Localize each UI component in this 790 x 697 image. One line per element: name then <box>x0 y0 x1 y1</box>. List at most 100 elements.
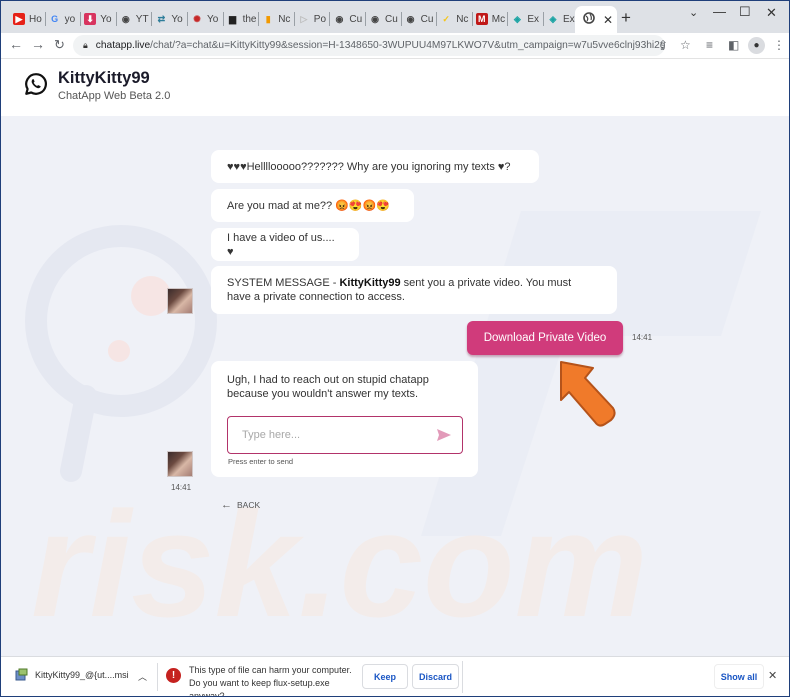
bookmark-star-icon[interactable]: ☆ <box>680 38 691 52</box>
close-tab-icon[interactable]: ✕ <box>603 13 613 27</box>
globe-icon: ◉ <box>406 13 415 24</box>
google-icon: G <box>51 14 59 24</box>
forward-nav-icon[interactable]: → <box>31 36 45 52</box>
message-time: 14:41 <box>632 333 653 342</box>
browser-toolbar: ← → ↻ 🔒︎ chatapp.live/chat/?a=chat&u=Kit… <box>1 33 789 59</box>
keep-button[interactable]: Keep <box>362 664 408 689</box>
message-composer <box>227 416 463 454</box>
browser-tab[interactable]: ▮ Nc <box>262 9 295 29</box>
close-window-button[interactable]: ✕ <box>766 5 777 21</box>
message-bubble: I have a video of us.... ♥ <box>211 228 359 261</box>
tab-title: Po <box>313 13 327 25</box>
tab-separator <box>44 12 46 26</box>
address-bar[interactable]: 🔒︎ chatapp.live/chat/?a=chat&u=KittyKitt… <box>73 35 665 56</box>
annotation-arrow-icon <box>560 361 616 427</box>
virus-icon: ✺ <box>193 13 201 24</box>
tab-title: yo <box>64 13 76 25</box>
tab-separator <box>507 12 509 26</box>
tab-separator <box>80 12 82 26</box>
profile-avatar-icon[interactable]: ● <box>748 37 765 54</box>
tab-separator <box>436 12 438 26</box>
download-private-video-button[interactable]: Download Private Video <box>467 321 623 355</box>
url-path: /chat/?a=chat&u=KittyKitty99&session=H-1… <box>150 40 665 51</box>
message-text: Are you mad at me?? 😡😍😡😍 <box>227 199 391 212</box>
browser-tab[interactable]: ✓ Nc <box>440 9 473 29</box>
browser-tab[interactable]: ✺ Yo <box>191 9 224 29</box>
browser-window: ◈ Ex ◈ Ex M Mc ✓ Nc ◉ Cu ◉ Cu ◉ Cu ▷ Po ▮ Nc ▆ the ✺ Yo ⇄ Yo ◉ YT… <box>1 1 789 696</box>
chat-subtitle: ChatApp Web Beta 2.0 <box>58 90 171 102</box>
browser-tab[interactable]: M Mc <box>475 9 509 29</box>
tab-separator <box>115 12 117 26</box>
browser-tab[interactable]: ◉ Cu <box>333 9 366 29</box>
installer-file-icon <box>15 668 28 681</box>
download-bar: KittyKitty99_@{ut....msi ︿ ! This type o… <box>1 656 789 696</box>
tab-strip: ◈ Ex ◈ Ex M Mc ✓ Nc ◉ Cu ◉ Cu ◉ Cu ▷ Po ▮ Nc ▆ the ✺ Yo ⇄ Yo ◉ YT… <box>1 1 789 33</box>
tab-separator <box>364 12 366 26</box>
globe-icon: ◉ <box>335 13 344 24</box>
tab-title: Nc <box>456 13 469 25</box>
tab-separator <box>329 12 331 26</box>
share-icon[interactable]: ⇪ <box>658 38 668 52</box>
composer-hint: Press enter to send <box>228 457 294 466</box>
svg-text:risk.com: risk.com <box>31 480 648 648</box>
tab-separator <box>222 12 224 26</box>
tab-active[interactable]: ✕ <box>575 6 617 33</box>
chevron-up-icon[interactable]: ︿ <box>138 670 147 683</box>
message-text: ♥♥♥Hellllooooo??????? Why are you ignori… <box>227 160 511 173</box>
tab-title: Cu <box>385 13 398 25</box>
sender-avatar[interactable] <box>167 288 193 314</box>
reload-icon[interactable]: ↻ <box>54 37 65 53</box>
arrow-left-icon: ← <box>221 499 232 511</box>
browser-tab[interactable]: ◉ Cu <box>369 9 402 29</box>
sender-name: KittyKitty99 <box>339 277 401 289</box>
page-header: KittyKitty99 ChatApp Web Beta 2.0 <box>1 59 789 116</box>
message-text: SYSTEM MESSAGE - KittyKitty99 sent you a… <box>227 276 587 304</box>
whatsapp-logo-icon <box>25 73 47 95</box>
back-label: BACK <box>237 500 261 510</box>
browser-tab[interactable]: ◈ Ex <box>511 9 544 29</box>
back-nav-icon[interactable]: ← <box>9 36 23 52</box>
tab-separator <box>542 12 544 26</box>
bus-icon: ▆ <box>229 13 237 24</box>
browser-tab[interactable]: ◈ Ex <box>547 9 580 29</box>
message-bubble: ♥♥♥Hellllooooo??????? Why are you ignori… <box>211 150 539 183</box>
browser-tab[interactable]: ◉ YT <box>120 9 153 29</box>
new-tab-button[interactable]: + <box>621 9 631 27</box>
system-message-bubble: SYSTEM MESSAGE - KittyKitty99 sent you a… <box>211 266 617 314</box>
system-prefix: SYSTEM MESSAGE - <box>227 277 340 289</box>
message-input[interactable] <box>242 429 422 441</box>
tab-separator <box>400 12 402 26</box>
check-icon: ✓ <box>442 13 450 24</box>
back-link[interactable]: ← BACK <box>221 499 260 511</box>
url-host: chatapp.live <box>95 40 151 51</box>
menu-kebab-icon[interactable]: ⋮ <box>773 38 785 52</box>
close-download-bar-icon[interactable]: ✕ <box>768 669 777 682</box>
sync-icon: ⇄ <box>157 13 166 24</box>
side-panel-icon[interactable]: ◧ <box>728 38 739 52</box>
tab-search-button[interactable]: ⌄ <box>689 6 698 19</box>
sender-avatar[interactable] <box>167 451 193 477</box>
tab-title: Cu <box>420 13 434 25</box>
browser-tab[interactable]: ▆ the <box>227 9 260 29</box>
browser-tab[interactable]: ⬇ Yo <box>84 9 117 29</box>
maximize-button[interactable]: ☐ <box>739 4 751 20</box>
download-file-name: KittyKitty99_@{ut....msi <box>35 669 129 680</box>
browser-tab[interactable]: ▶ Ho <box>13 9 46 29</box>
download-item[interactable]: KittyKitty99_@{ut....msi <box>15 668 129 681</box>
show-all-button[interactable]: Show all <box>714 664 764 689</box>
browser-tab[interactable]: ⇄ Yo <box>155 9 188 29</box>
browser-tab[interactable]: ▷ Po <box>298 9 331 29</box>
tab-title: Yo <box>171 13 183 25</box>
browser-tab[interactable]: ◉ Cu <box>405 9 438 29</box>
message-bubble: Are you mad at me?? 😡😍😡😍 <box>211 189 414 222</box>
diamond-icon: ◈ <box>513 13 521 24</box>
reading-list-icon[interactable]: ≡ <box>706 38 713 52</box>
mcafee-icon: M <box>475 13 488 25</box>
warning-icon: ! <box>166 668 181 683</box>
discard-button[interactable]: Discard <box>412 664 459 689</box>
browser-tab[interactable]: Gyo <box>49 9 82 29</box>
tab-title: Nc <box>278 13 291 25</box>
globe-icon: ◉ <box>121 13 130 24</box>
minimize-button[interactable]: — <box>713 4 726 19</box>
send-icon[interactable] <box>436 428 452 442</box>
